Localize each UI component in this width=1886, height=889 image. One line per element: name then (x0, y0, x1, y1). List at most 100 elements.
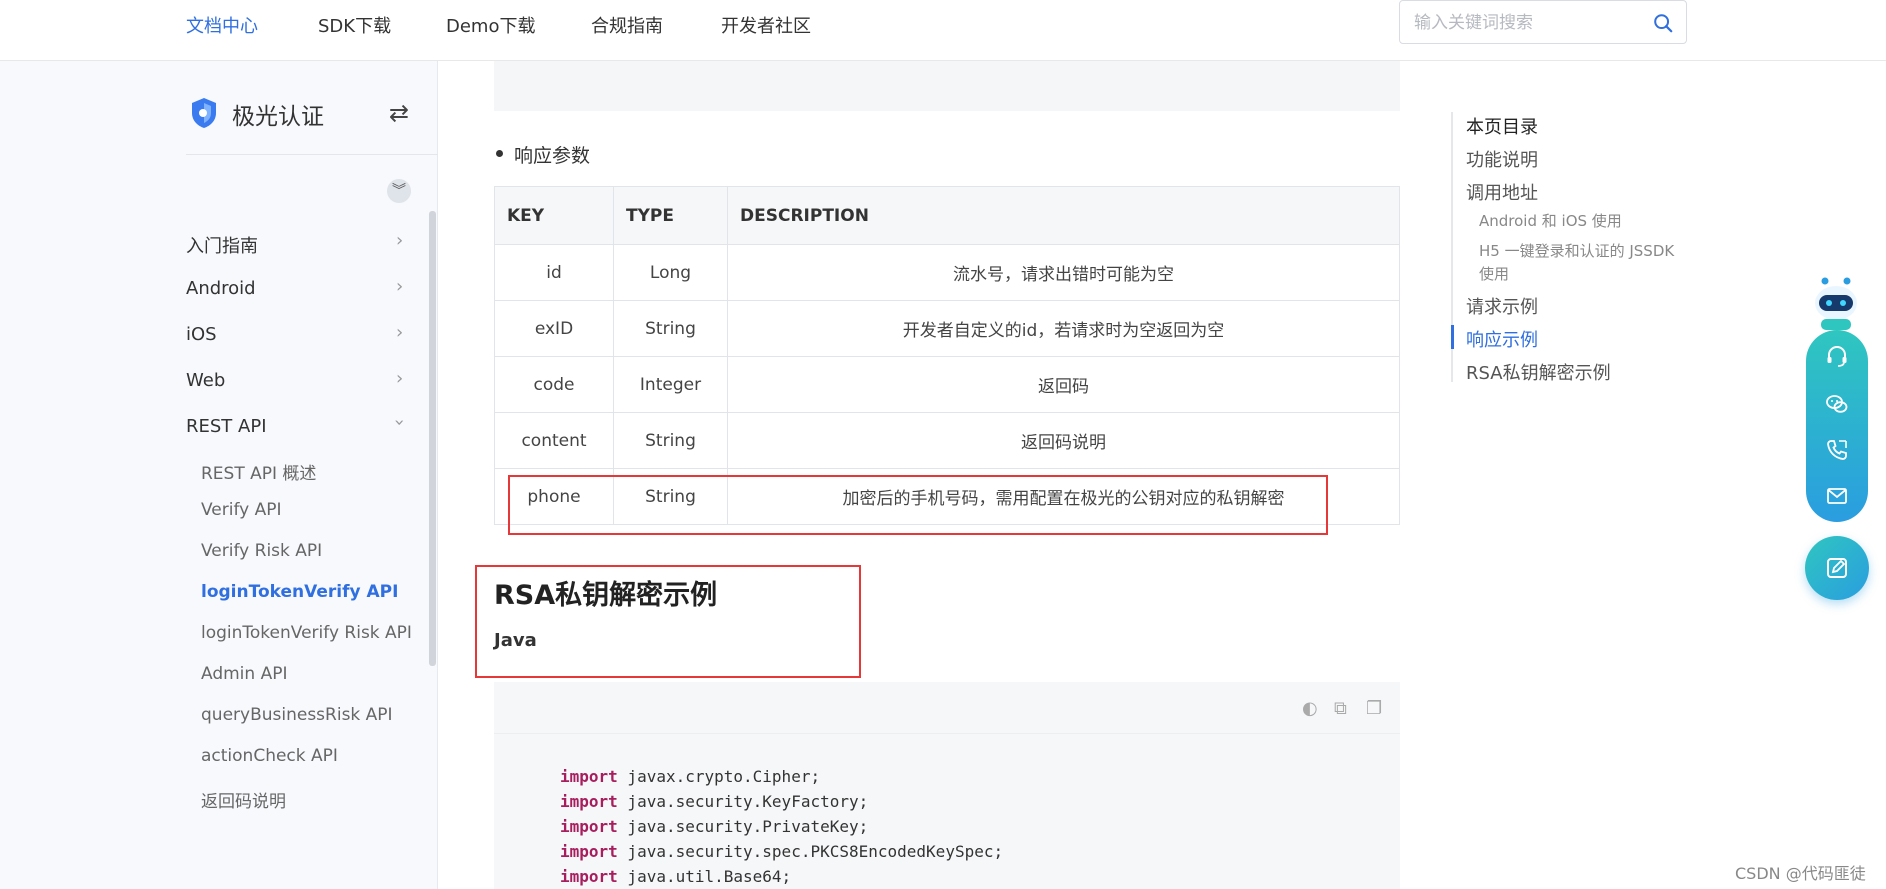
code-text: javax.crypto.Cipher; (617, 767, 821, 786)
highlight-box-heading (475, 565, 861, 678)
sidebar-subitem[interactable]: queryBusinessRisk API (201, 705, 393, 725)
code-line: import java.util.Base64; (560, 864, 1003, 889)
wechat-icon[interactable] (1825, 392, 1849, 416)
sidebar-subitem[interactable]: actionCheck API (201, 746, 338, 766)
sidebar-subitem[interactable]: REST API 概述 (201, 459, 316, 484)
code-keyword: import (560, 792, 618, 811)
code-text: java.util.Base64; (617, 867, 792, 886)
code-keyword: import (560, 767, 618, 786)
top-navbar: 文档中心 SDK下载 Demo下载 合规指南 开发者社区 (0, 0, 1886, 61)
code-content: import javax.crypto.Cipher; import java.s… (560, 764, 1003, 889)
chevron-right-icon: › (396, 276, 404, 297)
shield-logo-icon (192, 98, 216, 128)
toc-item-active[interactable]: 响应示例 (1466, 326, 1538, 352)
toc-item[interactable]: 请求示例 (1466, 293, 1538, 319)
column-header: DESCRIPTION (727, 186, 1400, 245)
code-keyword: import (560, 842, 618, 861)
chevron-right-icon: › (396, 230, 404, 251)
cell-description: 流水号，请求出错时可能为空 (727, 244, 1400, 301)
sidebar-subitem[interactable]: Admin API (201, 664, 287, 684)
cell-description: 返回码说明 (727, 412, 1400, 469)
toc-subitem[interactable]: H5 一键登录和认证的 JSSDK (1479, 240, 1674, 261)
code-line: import java.security.KeyFactory; (560, 789, 1003, 814)
sidebar-subitem[interactable]: Verify API (201, 500, 282, 520)
cell-type: String (613, 412, 728, 469)
sidebar: 极光认证 ⇄ ︾ 入门指南 › Android › iOS › Web › RE… (0, 61, 438, 889)
cell-key: content (494, 412, 614, 469)
collapse-all-icon[interactable]: ︾ (387, 179, 411, 203)
sidebar-subitem-active[interactable]: loginTokenVerify API (201, 582, 398, 602)
chevron-right-icon: › (396, 368, 404, 389)
nav-doc-center[interactable]: 文档中心 (186, 12, 258, 38)
cell-key: id (494, 244, 614, 301)
toc-active-indicator (1451, 325, 1454, 349)
toc-item[interactable]: 调用地址 (1466, 179, 1538, 205)
nav-developer-community[interactable]: 开发者社区 (721, 12, 811, 38)
chevron-down-icon: › (389, 418, 411, 427)
mail-icon[interactable] (1825, 484, 1849, 508)
phone-icon[interactable] (1825, 438, 1849, 462)
code-keyword: import (560, 867, 618, 886)
table-row: content String 返回码说明 (494, 412, 1400, 469)
sidebar-item-android[interactable]: Android (186, 278, 256, 299)
search-box (1399, 0, 1687, 44)
table-row: exID String 开发者自定义的id，若请求时为空返回为空 (494, 300, 1400, 357)
cell-description: 开发者自定义的id，若请求时为空返回为空 (727, 300, 1400, 357)
code-text: java.security.KeyFactory; (617, 792, 869, 811)
bullet-response-params: 响应参数 (495, 141, 590, 168)
toc-title: 本页目录 (1466, 117, 1538, 138)
sidebar-subitem[interactable]: 返回码说明 (201, 787, 286, 812)
code-line: import javax.crypto.Cipher; (560, 764, 1003, 789)
search-input[interactable] (1414, 11, 1644, 35)
cell-key: code (494, 356, 614, 413)
contact-float-bar (1806, 330, 1868, 522)
theme-toggle-icon[interactable]: ◐ (1302, 698, 1318, 719)
code-text: java.security.spec.PKCS8EncodedKeySpec; (617, 842, 1004, 861)
feedback-edit-button[interactable] (1805, 536, 1869, 600)
sidebar-scrollbar[interactable] (429, 211, 436, 666)
toc-item[interactable]: 功能说明 (1466, 146, 1538, 172)
switch-product-icon[interactable]: ⇄ (389, 99, 409, 127)
cell-type: String (613, 300, 728, 357)
main-content: 响应参数 KEY TYPE DESCRIPTION id Long 流水号，请求… (438, 61, 1438, 889)
watermark: CSDN @代码匪徒 (1735, 864, 1866, 883)
sidebar-item-ios[interactable]: iOS (186, 324, 217, 345)
sidebar-item-rest-api[interactable]: REST API (186, 416, 267, 437)
code-line: import java.security.spec.PKCS8EncodedKe… (560, 839, 1003, 864)
code-keyword: import (560, 817, 618, 836)
edit-icon (1827, 558, 1847, 578)
cell-type: Integer (613, 356, 728, 413)
chevron-right-icon: › (396, 322, 404, 343)
code-line: import java.security.PrivateKey; (560, 814, 1003, 839)
brand-name: 极光认证 (232, 104, 324, 130)
robot-mascot-icon[interactable] (1811, 275, 1861, 330)
table-row: code Integer 返回码 (494, 356, 1400, 413)
cell-description: 返回码 (727, 356, 1400, 413)
sidebar-subitem[interactable]: Verify Risk API (201, 541, 322, 561)
sidebar-item-web[interactable]: Web (186, 370, 225, 391)
sidebar-subitem[interactable]: loginTokenVerify Risk API (201, 623, 412, 643)
previous-code-block (494, 61, 1400, 111)
toc-subitem[interactable]: Android 和 iOS 使用 (1479, 210, 1622, 231)
divider (186, 154, 438, 155)
column-header: TYPE (613, 186, 728, 245)
cell-key: exID (494, 300, 614, 357)
copy-icon[interactable]: ❐ (1366, 698, 1382, 719)
toc-item[interactable]: RSA私钥解密示例 (1466, 359, 1611, 385)
sidebar-item-getting-started[interactable]: 入门指南 (186, 232, 258, 258)
cell-type: Long (613, 244, 728, 301)
code-toolbar: ◐ ⧉ ❐ (494, 682, 1400, 734)
headset-icon[interactable] (1825, 344, 1849, 368)
nav-demo-download[interactable]: Demo下载 (446, 12, 535, 38)
table-header-row: KEY TYPE DESCRIPTION (494, 186, 1400, 245)
fullscreen-icon[interactable]: ⧉ (1334, 698, 1347, 719)
highlight-box-phone-row (508, 475, 1328, 535)
nav-compliance-guide[interactable]: 合规指南 (591, 12, 663, 38)
code-text: java.security.PrivateKey; (617, 817, 869, 836)
code-block: ◐ ⧉ ❐ import javax.crypto.Cipher; import … (494, 682, 1400, 889)
table-row: id Long 流水号，请求出错时可能为空 (494, 244, 1400, 301)
search-icon[interactable] (1652, 12, 1674, 34)
toc-subitem[interactable]: 使用 (1479, 263, 1509, 284)
column-header: KEY (494, 186, 614, 245)
nav-sdk-download[interactable]: SDK下载 (318, 12, 391, 38)
